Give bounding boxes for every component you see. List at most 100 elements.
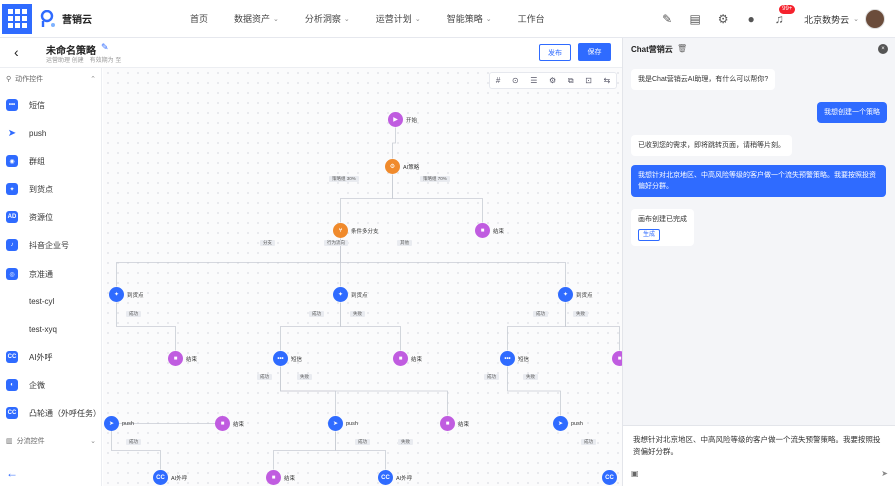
collapse-arrow-icon[interactable]: ← <box>6 466 18 480</box>
flow-node[interactable]: ■ 结束 <box>215 416 244 431</box>
trash-icon[interactable]: 🗑 <box>677 44 687 53</box>
sidebar-item-1[interactable]: ➤ push <box>6 126 47 140</box>
chevron-down-icon[interactable]: ⌄ <box>853 15 859 23</box>
edge-label[interactable]: 失败 <box>573 311 588 317</box>
sidebar-item-label: 抖音企业号 <box>29 240 69 250</box>
flow-node[interactable]: CC AI外呼 <box>153 470 187 485</box>
generate-button[interactable]: 生成 <box>638 229 661 241</box>
stop-icon: ■ <box>475 223 490 238</box>
flow-node[interactable]: ■ <box>612 351 622 366</box>
edge-label[interactable]: 其他 <box>397 240 412 246</box>
nav-item-1[interactable]: 数据资产 ⌄ <box>234 12 279 25</box>
gear-icon[interactable]: ⚙ <box>714 10 732 28</box>
strategy-meta: 运营助理 创建 有效期为 至 <box>46 58 122 64</box>
sidebar-item-3[interactable]: ✦ 到货点 <box>6 182 53 196</box>
flow-node[interactable]: ■ 结束 <box>475 223 504 238</box>
copy-icon[interactable]: ⧉ <box>568 76 574 86</box>
section-branch[interactable]: ▥ 分流控件 ⌄ <box>6 436 96 446</box>
bot-message: 我是Chat营销云AI助理，有什么可以帮你? <box>631 69 776 90</box>
flow-node[interactable]: ⑂ 条件多分支 <box>333 223 379 238</box>
edge-label[interactable]: 成功 <box>533 311 548 317</box>
edge-label[interactable]: 失败 <box>398 439 413 445</box>
edge-label[interactable]: 成功 <box>355 439 370 445</box>
edge-label[interactable]: 成功 <box>257 374 272 380</box>
swap-icon[interactable]: ⇆ <box>603 76 610 85</box>
document-icon[interactable]: ▤ <box>686 10 704 28</box>
flow-node[interactable]: ➤ push <box>328 416 358 431</box>
flow-node[interactable]: ■ 结束 <box>266 470 295 485</box>
flow-node[interactable]: ➤ push <box>553 416 583 431</box>
fit-screen-icon[interactable]: ⊡ <box>585 76 592 85</box>
nav-item-0[interactable]: 首页 <box>190 12 208 25</box>
notification-badge: 99+ <box>779 5 796 14</box>
sidebar-item-6[interactable]: ◎ 京准通 <box>6 267 53 281</box>
nav-item-5[interactable]: 工作台 <box>518 12 545 25</box>
edge-label[interactable]: 失败 <box>297 374 312 380</box>
edge-label[interactable]: 失败 <box>350 311 365 317</box>
flow-node[interactable]: ▶ 开始 <box>388 112 417 127</box>
flow-node[interactable]: CC <box>602 470 617 485</box>
edge-label[interactable]: 成功 <box>309 311 324 317</box>
nav-item-2[interactable]: 分析洞察 ⌄ <box>305 12 350 25</box>
edge-label[interactable]: 成功 <box>126 439 141 445</box>
edge-label[interactable]: 策略组 30% <box>329 176 359 182</box>
flow-node[interactable]: ■ 结束 <box>393 351 422 366</box>
grid-icon[interactable]: # <box>496 76 500 85</box>
edge-label[interactable]: 策略组 70% <box>420 176 450 182</box>
org-name[interactable]: 北京数势云 <box>804 13 849 26</box>
publish-button[interactable]: 发布 <box>539 44 571 61</box>
brand[interactable]: 营销云 <box>40 9 150 28</box>
wecom-icon: ◐ <box>6 379 18 391</box>
stop-icon: ■ <box>215 416 230 431</box>
edit-icon[interactable]: ✎ <box>658 10 676 28</box>
flow-node[interactable]: ➤ push <box>104 416 134 431</box>
target-icon[interactable]: ⊙ <box>512 76 519 85</box>
chat-input[interactable]: 我想针对北京地区、中高风险等级的客户做一个流失预警策略。我要按照投资偏好分群。 … <box>623 425 895 486</box>
nav-item-4[interactable]: 智能策略 ⌄ <box>447 12 492 25</box>
flow-node[interactable]: ✦ 到货点 <box>109 287 144 302</box>
settings-icon[interactable]: ⚙ <box>549 76 556 85</box>
sidebar-item-10[interactable]: ◐ 企微 <box>6 378 45 392</box>
sidebar-item-9[interactable]: CC AI外呼 <box>6 350 53 364</box>
sidebar-item-8[interactable]: test-xyq <box>29 322 57 336</box>
flow-node[interactable]: ■ 结束 <box>440 416 469 431</box>
attachment-icon[interactable]: ▣ <box>631 469 639 478</box>
sidebar-item-0[interactable]: ••• 短信 <box>6 98 45 112</box>
edge-label[interactable]: 行为流向 <box>324 240 348 246</box>
stop-icon: ■ <box>440 416 455 431</box>
sidebar-item-7[interactable]: test-cyl <box>29 294 54 308</box>
flow-node[interactable]: ••• 短信 <box>273 351 302 366</box>
sidebar-item-5[interactable]: ♪ 抖音企业号 <box>6 238 69 252</box>
bell-icon[interactable]: ♫ 99+ <box>770 5 796 28</box>
section-actions[interactable]: ⚲ 动作控件 ⌃ <box>6 74 96 84</box>
edit-title-icon[interactable]: ✎ <box>101 42 109 53</box>
edge-label[interactable]: 成功 <box>484 374 499 380</box>
sidebar-item-4[interactable]: AD 资源位 <box>6 210 53 224</box>
close-icon[interactable]: × <box>878 44 888 54</box>
flow-node[interactable]: ■ 结束 <box>168 351 197 366</box>
flow-edge <box>116 302 176 351</box>
flow-node[interactable]: ✦ 到货点 <box>333 287 368 302</box>
edge-label[interactable]: 分支 <box>260 240 275 246</box>
flow-node[interactable]: ••• 短信 <box>500 351 529 366</box>
flow-node[interactable]: ⚙ AI策略 <box>385 159 419 174</box>
send-icon[interactable]: ➤ <box>881 469 888 478</box>
app-grid-icon[interactable] <box>2 3 32 34</box>
chat-input-text[interactable]: 我想针对北京地区、中高风险等级的客户做一个流失预警策略。我要按照投资偏好分群。 <box>633 434 887 458</box>
chat-bubble-icon[interactable]: ● <box>742 10 760 28</box>
sidebar-item-2[interactable]: ◉ 群组 <box>6 154 45 168</box>
save-button[interactable]: 保存 <box>578 43 611 61</box>
flow-node[interactable]: CC AI外呼 <box>378 470 412 485</box>
sidebar-item-11[interactable]: CC 凸轮通（外呼任务） <box>6 406 101 420</box>
edge-label[interactable]: 成功 <box>581 439 596 445</box>
list-icon[interactable]: ☰ <box>530 76 537 85</box>
chevron-up-icon[interactable]: ⌃ <box>90 75 96 83</box>
back-icon[interactable]: ‹ <box>14 44 19 60</box>
avatar[interactable] <box>865 9 885 29</box>
edge-label[interactable]: 成功 <box>126 311 141 317</box>
flow-canvas[interactable]: # ⊙ ☰ ⚙ ⧉ ⊡ ⇆ ▶ 开始 ⚙ AI策略 ⑂ 条件多分支 ■ 结束 ✦ 到货点 ✦ 到货点 ✦ 到货点 ■ 结束… <box>103 68 622 486</box>
chevron-down-icon[interactable]: ⌄ <box>90 437 96 445</box>
flow-node[interactable]: ✦ 到货点 <box>558 287 593 302</box>
nav-item-3[interactable]: 运营计划 ⌄ <box>376 12 421 25</box>
edge-label[interactable]: 失败 <box>523 374 538 380</box>
